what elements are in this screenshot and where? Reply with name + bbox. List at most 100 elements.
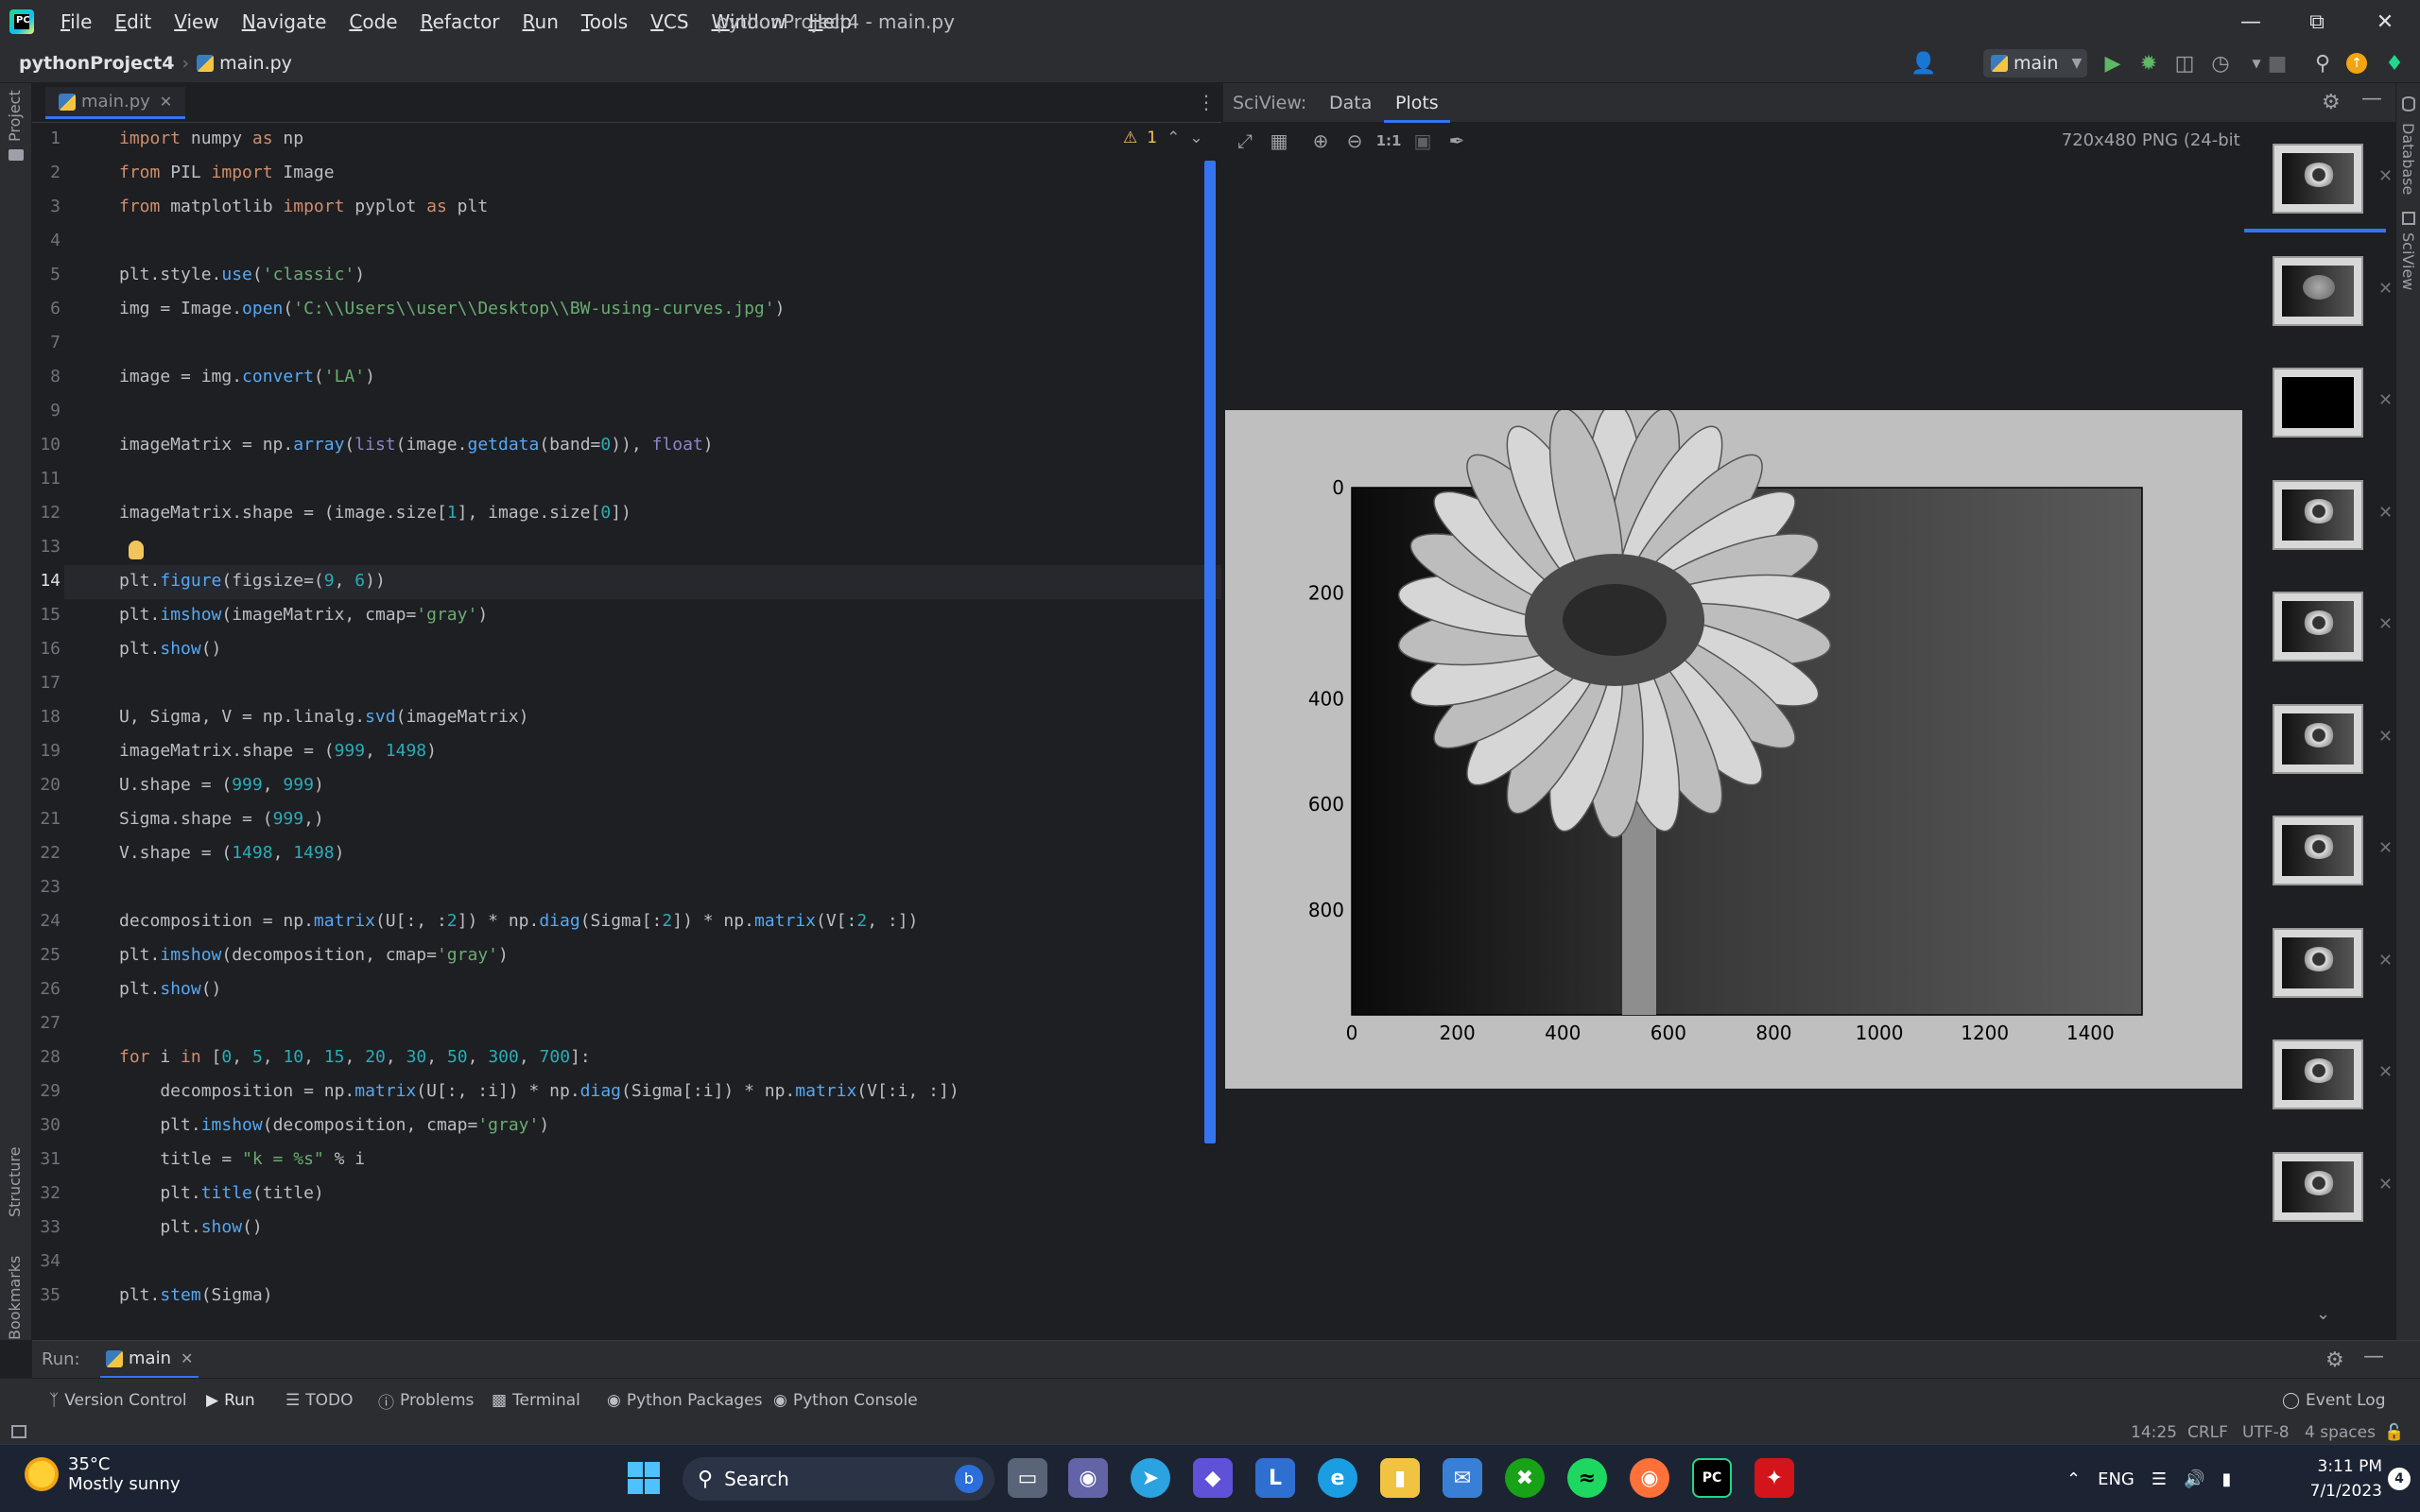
run-tab-main[interactable]: main ✕ [100, 1341, 199, 1379]
code-line[interactable]: plt.imshow(decomposition, cmap='gray') [119, 1115, 549, 1135]
remove-thumbnail-icon[interactable]: ✕ [2378, 614, 2393, 634]
breadcrumb-project[interactable]: pythonProject4 [19, 53, 175, 74]
remove-thumbnail-icon[interactable]: ✕ [2378, 1062, 2393, 1082]
code-line[interactable]: V.shape = (1498, 1498) [119, 843, 344, 863]
code-line[interactable]: imageMatrix = np.array(list(image.getdat… [119, 435, 714, 455]
code-line[interactable]: title = "k = %s" % i [119, 1149, 365, 1169]
remove-thumbnail-icon[interactable]: ✕ [2378, 503, 2393, 523]
tool-tab-terminal[interactable]: ▩ Terminal [492, 1379, 580, 1422]
inspection-widget[interactable]: ⚠ 1 ⌃ ⌄ [1123, 129, 1203, 147]
lightbulb-icon[interactable] [129, 541, 144, 559]
code-line[interactable]: import numpy as np [119, 129, 303, 148]
menu-navigate[interactable]: Navigate [231, 0, 338, 43]
indent-setting[interactable]: 4 spaces [2305, 1421, 2376, 1444]
plot-thumbnail[interactable] [2273, 144, 2363, 214]
code-line[interactable]: imageMatrix.shape = (999, 1498) [119, 741, 437, 761]
remove-thumbnail-icon[interactable]: ✕ [2378, 279, 2393, 299]
menu-file[interactable]: File [49, 0, 103, 43]
menu-vcs[interactable]: VCS [639, 0, 700, 43]
code-line[interactable]: plt.imshow(imageMatrix, cmap='gray') [119, 605, 488, 625]
code-line[interactable]: plt.show() [119, 1217, 262, 1237]
plot-thumbnail[interactable] [2273, 703, 2363, 774]
user-icon[interactable]: 👤 [1910, 51, 1936, 76]
l-app-icon[interactable]: L [1255, 1458, 1295, 1498]
code-line[interactable]: image = img.convert('LA') [119, 367, 375, 387]
remove-thumbnail-icon[interactable]: ✕ [2378, 951, 2393, 971]
search-icon[interactable]: ⚲ [2310, 51, 2335, 76]
code-line[interactable]: plt.title(title) [119, 1183, 323, 1203]
remove-thumbnail-icon[interactable]: ✕ [2378, 166, 2393, 186]
menu-run[interactable]: Run [511, 0, 570, 43]
profile-icon[interactable]: ◷ [2208, 51, 2233, 76]
sciview-tool-label[interactable]: SciView [2399, 232, 2417, 290]
database-icon[interactable] [2402, 96, 2415, 112]
folder-icon[interactable] [9, 149, 24, 161]
editor-scrollbar[interactable] [1204, 161, 1216, 1143]
tab-plots[interactable]: Plots [1384, 83, 1450, 123]
updates-icon[interactable]: ↑ [2346, 53, 2367, 74]
code-line[interactable]: U, Sigma, V = np.linalg.svd(imageMatrix) [119, 707, 529, 727]
lock-icon[interactable]: 🔓 [2384, 1421, 2404, 1444]
taskbar-search[interactable]: ⚲ Search b [683, 1457, 994, 1501]
menu-tools[interactable]: Tools [570, 0, 639, 43]
tool-tab-problems[interactable]: ⓘ Problems [378, 1379, 474, 1422]
plot-thumbnail[interactable] [2273, 927, 2363, 998]
plot-thumbnail[interactable] [2273, 368, 2363, 438]
stop-icon[interactable]: ■ [2265, 51, 2290, 76]
notification-badge[interactable]: 4 [2388, 1468, 2411, 1490]
hide-run-panel-icon[interactable]: — [2363, 1345, 2384, 1368]
menu-code[interactable]: Code [337, 0, 408, 43]
next-highlight-icon[interactable]: ⌄ [1189, 129, 1202, 147]
sciview-icon[interactable] [2402, 212, 2415, 225]
teams-icon[interactable]: ◉ [1068, 1458, 1108, 1498]
pycharm-logo-icon[interactable]: PC [9, 9, 34, 34]
code-line[interactable]: from PIL import Image [119, 163, 335, 182]
acrobat-icon[interactable]: ✦ [1754, 1458, 1794, 1498]
menu-edit[interactable]: Edit [103, 0, 163, 43]
weather-widget[interactable]: 35°C Mostly sunny [25, 1454, 181, 1494]
hide-panel-icon[interactable]: — [2361, 87, 2382, 111]
code-line[interactable]: plt.imshow(decomposition, cmap='gray') [119, 945, 509, 965]
code-line[interactable]: U.shape = (999, 999) [119, 775, 324, 795]
code-line[interactable]: img = Image.open('C:\\Users\\user\\Deskt… [119, 299, 785, 318]
remove-thumbnail-icon[interactable]: ✕ [2378, 838, 2393, 858]
language-indicator[interactable]: ENG [2098, 1469, 2135, 1489]
code-line[interactable]: plt.stem(Sigma) [119, 1285, 273, 1304]
volume-icon[interactable]: 🔊 [2184, 1469, 2204, 1489]
code-line[interactable]: imageMatrix.shape = (image.size[1], imag… [119, 503, 631, 523]
xbox-icon[interactable]: ✖ [1505, 1458, 1545, 1498]
wifi-icon[interactable]: ☰ [2152, 1469, 2167, 1489]
plot-thumbnail[interactable] [2273, 1040, 2363, 1109]
spotify-icon[interactable]: ≈ [1567, 1458, 1607, 1498]
close-tab-icon[interactable]: ✕ [160, 93, 172, 111]
tool-tab-todo[interactable]: ☰ TODO [285, 1379, 354, 1422]
run-settings-gear-icon[interactable]: ⚙ [2325, 1349, 2344, 1372]
code-line[interactable]: plt.style.use('classic') [119, 265, 365, 284]
plugin-icon[interactable]: ♦ [2382, 51, 2407, 76]
event-log-button[interactable]: ◯ Event Log [2282, 1379, 2386, 1422]
menu-view[interactable]: View [163, 0, 230, 43]
coverage-icon[interactable]: ◫ [2172, 51, 2197, 76]
plot-thumbnail[interactable] [2273, 816, 2363, 885]
code-line[interactable]: plt.figure(figsize=(9, 6)) [119, 571, 386, 591]
code-line[interactable]: decomposition = np.matrix(U[:, :2]) * np… [119, 911, 918, 931]
code-line[interactable]: plt.show() [119, 979, 221, 999]
previous-highlight-icon[interactable]: ⌃ [1167, 129, 1180, 147]
chevron-up-icon[interactable]: ⌃ [2066, 1469, 2081, 1489]
plot-thumbnail[interactable] [2273, 592, 2363, 662]
code-line[interactable]: Sigma.shape = (999,) [119, 809, 324, 829]
telegram-icon[interactable]: ➤ [1131, 1458, 1170, 1498]
pycharm-taskbar-icon[interactable]: PC [1692, 1458, 1732, 1498]
windows-start-icon[interactable] [624, 1458, 664, 1498]
plot-thumbnail[interactable] [2273, 479, 2363, 550]
run-configuration-selector[interactable]: main ▼ [1983, 49, 2087, 77]
clock[interactable]: 3:11 PM 7/1/2023 [2269, 1454, 2382, 1503]
cursor-position[interactable]: 14:25 [2131, 1421, 2177, 1444]
debug-icon[interactable]: ✹ [2136, 51, 2161, 76]
edge-icon[interactable]: e [1318, 1458, 1357, 1498]
firefox-icon[interactable]: ◉ [1630, 1458, 1669, 1498]
bookmarks-tool-label[interactable]: Bookmarks [6, 1256, 24, 1340]
remove-thumbnail-icon[interactable]: ✕ [2378, 390, 2393, 410]
toggle-tool-windows-icon[interactable] [11, 1425, 26, 1438]
code-line[interactable]: from matplotlib import pyplot as plt [119, 197, 488, 216]
